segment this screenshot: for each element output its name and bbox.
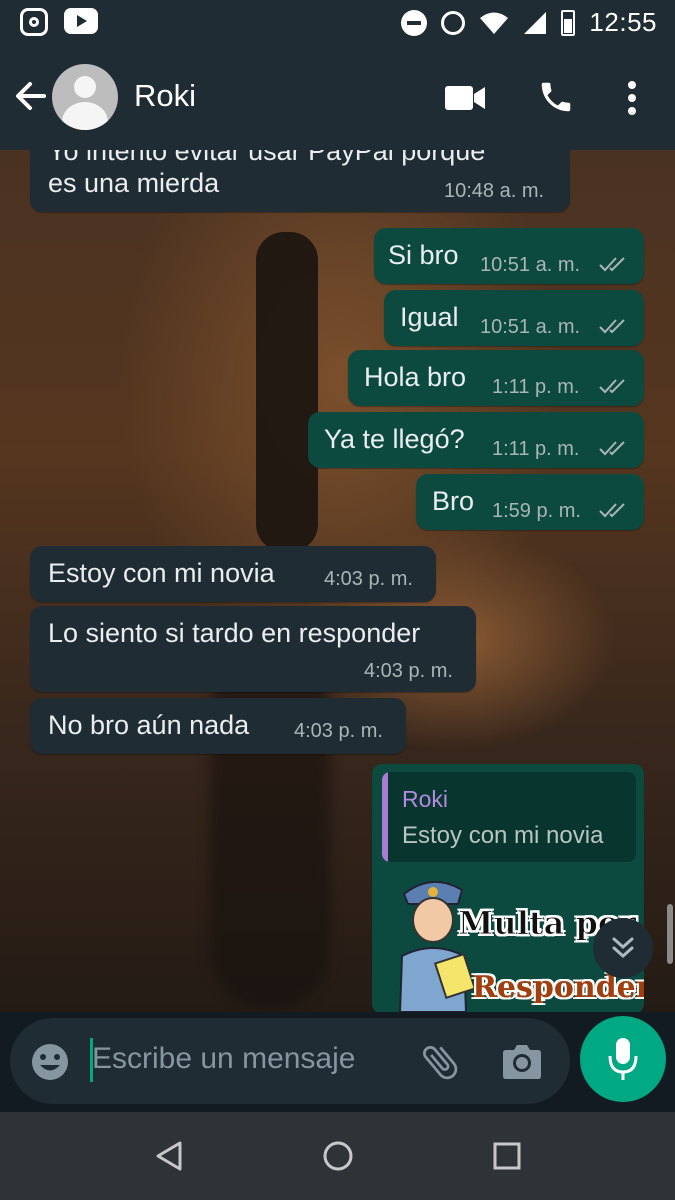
video-call-icon[interactable] <box>444 84 486 112</box>
composer: Escribe un mensaje <box>0 1012 675 1112</box>
message-input[interactable]: Escribe un mensaje <box>10 1018 570 1104</box>
read-ticks-icon <box>599 257 625 272</box>
read-ticks-icon <box>599 319 625 334</box>
attach-icon[interactable] <box>418 1040 462 1084</box>
message-text: Ya te llegó? <box>324 424 465 454</box>
read-ticks-icon <box>599 379 625 394</box>
message-text: Yo intento evitar usar PayPal porque <box>48 150 486 166</box>
message-text: No bro aún nada <box>48 710 250 740</box>
message-bubble-outgoing[interactable]: Si bro 10:51 a. m. <box>374 228 644 284</box>
home-nav-icon[interactable] <box>322 1140 354 1172</box>
quoted-message[interactable]: Roki Estoy con mi novia <box>382 772 636 862</box>
more-options-icon[interactable] <box>622 80 642 116</box>
mic-icon <box>608 1038 638 1080</box>
message-time: 10:48 a. m. <box>444 180 545 202</box>
message-time: 4:03 p. m. <box>364 660 453 682</box>
contact-name[interactable]: Roki <box>134 78 196 114</box>
message-bubble-incoming[interactable]: No bro aún nada 4:03 p. m. <box>30 698 406 754</box>
message-bubble-incoming[interactable]: Yo intento evitar usar PayPal porque es … <box>30 150 570 212</box>
voice-message-button[interactable] <box>580 1016 666 1102</box>
clock: 12:55 <box>589 7 657 37</box>
message-bubble-outgoing[interactable]: Bro 1:59 p. m. <box>416 474 644 530</box>
message-text: Si bro <box>388 240 459 270</box>
back-nav-icon[interactable] <box>154 1140 184 1172</box>
battery-icon <box>561 9 576 36</box>
chat-header: Roki <box>0 46 675 150</box>
message-bubble-outgoing[interactable]: Ya te llegó? 1:11 p. m. <box>308 412 644 468</box>
alarm-icon <box>441 10 466 35</box>
message-text: Bro <box>432 486 475 516</box>
read-ticks-icon <box>599 441 625 456</box>
wallpaper-detail <box>256 232 318 552</box>
message-bubble-incoming[interactable]: Lo siento si tardo en responder 4:03 p. … <box>30 606 476 692</box>
do-not-disturb-icon <box>401 9 428 36</box>
double-chevron-down-icon <box>612 937 634 959</box>
emoji-icon[interactable] <box>30 1042 70 1082</box>
read-ticks-icon <box>599 503 625 518</box>
message-time: 10:51 a. m. <box>480 254 581 276</box>
wifi-icon <box>480 12 509 34</box>
camera-icon[interactable] <box>502 1042 542 1080</box>
avatar[interactable] <box>52 64 118 130</box>
status-bar: 12:55 <box>0 0 675 46</box>
input-placeholder: Escribe un mensaje <box>92 1042 356 1075</box>
message-bubble-outgoing[interactable]: Hola bro 1:11 p. m. <box>348 350 644 406</box>
message-text: es una mierda <box>48 168 220 198</box>
message-text: Lo siento si tardo en responder <box>48 618 421 648</box>
message-time: 4:03 p. m. <box>324 568 413 590</box>
police-officer-sticker-icon <box>398 880 474 1012</box>
instagram-icon <box>20 8 48 36</box>
back-arrow-icon[interactable] <box>12 78 48 114</box>
message-time: 1:59 p. m. <box>492 500 581 522</box>
message-time: 4:03 p. m. <box>294 720 383 742</box>
quoted-text: Estoy con mi novia <box>402 822 604 849</box>
message-bubble-reply-sticker[interactable]: Roki Estoy con mi novia Multa por Respon… <box>372 764 644 1012</box>
message-time: 1:11 p. m. <box>492 438 580 460</box>
message-text: Igual <box>400 302 459 332</box>
message-bubble-incoming[interactable]: Estoy con mi novia 4:03 p. m. <box>30 546 436 602</box>
quoted-sender: Roki <box>402 786 449 812</box>
message-bubble-outgoing[interactable]: Igual 10:51 a. m. <box>384 290 644 346</box>
youtube-icon <box>64 8 98 34</box>
recents-nav-icon[interactable] <box>493 1142 521 1170</box>
signal-icon <box>524 11 547 34</box>
message-time: 1:11 p. m. <box>492 376 580 398</box>
system-nav-bar <box>0 1112 675 1200</box>
voice-call-icon[interactable] <box>537 78 575 116</box>
message-text: Estoy con mi novia <box>48 558 275 588</box>
message-time: 10:51 a. m. <box>480 316 581 338</box>
message-text: Hola bro <box>364 362 467 392</box>
scrollbar[interactable] <box>667 904 673 964</box>
scroll-to-bottom-button[interactable] <box>593 918 653 978</box>
chat-area[interactable]: Yo intento evitar usar PayPal porque es … <box>0 150 675 1012</box>
